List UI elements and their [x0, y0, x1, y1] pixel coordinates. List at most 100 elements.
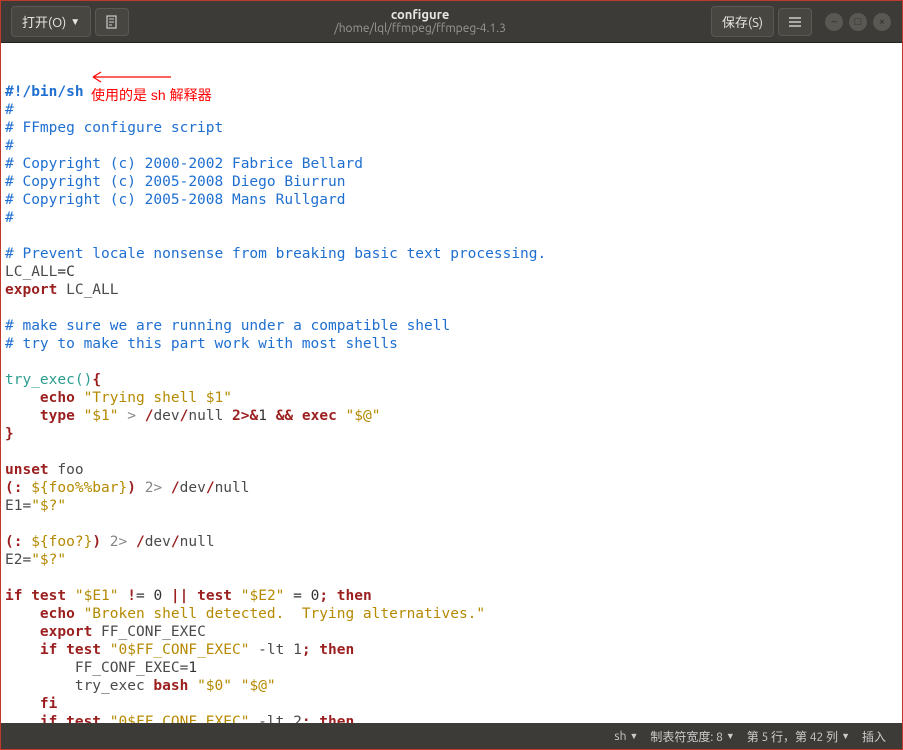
- code-text: try_exec(): [5, 372, 92, 388]
- title-area: configure /home/lql/ffmpeg/ffmpeg-4.1.3: [131, 8, 709, 35]
- code-text: {: [92, 372, 101, 388]
- code-text: =C: [57, 264, 74, 280]
- open-button[interactable]: 打开(O) ▼: [11, 6, 91, 37]
- chevron-down-icon: ▼: [70, 16, 80, 28]
- maximize-button[interactable]: □: [849, 13, 867, 31]
- code-text: test: [57, 642, 101, 658]
- code-text: -lt 2: [249, 714, 301, 723]
- code-text: 1: [188, 660, 197, 676]
- save-button[interactable]: 保存(S): [711, 6, 774, 37]
- code-text: ${foo?}: [22, 534, 92, 550]
- code-editor[interactable]: 使用的是 sh 解释器 #!/bin/sh # # FFmpeg configu…: [1, 43, 902, 723]
- chevron-down-icon: ▼: [726, 731, 735, 741]
- code-text: "$?": [31, 552, 66, 568]
- code-text: if: [5, 588, 22, 604]
- code-text: foo: [49, 462, 84, 478]
- code-text: 2>: [101, 534, 136, 550]
- code-text: = 0: [136, 588, 171, 604]
- code-text: LC_ALL: [5, 264, 57, 280]
- code-text: FF_CONF_EXEC: [92, 624, 206, 640]
- tab-width-selector[interactable]: 制表符宽度: 8 ▼: [650, 728, 734, 745]
- code-text: #!/bin/sh: [5, 84, 84, 100]
- code-text: ; then: [302, 642, 354, 658]
- code-text: # Copyright (c) 2005-2008 Mans Rullgard: [5, 192, 345, 208]
- code-text: dev: [145, 534, 171, 550]
- code-text: echo: [40, 390, 75, 406]
- minimize-icon: –: [831, 16, 836, 28]
- code-text: -lt 1: [249, 642, 301, 658]
- code-text: "0$FF_CONF_EXEC": [101, 642, 249, 658]
- new-tab-button[interactable]: [95, 8, 129, 36]
- code-text: && exec: [276, 408, 337, 424]
- close-icon: ×: [879, 16, 885, 28]
- code-text: E1=: [5, 498, 31, 514]
- code-text: # FFmpeg configure script: [5, 120, 223, 136]
- code-text: ): [127, 480, 136, 496]
- chevron-down-icon: ▼: [841, 731, 850, 741]
- code-text: export: [5, 282, 57, 298]
- code-text: "$1": [84, 408, 119, 424]
- code-text: /: [171, 534, 180, 550]
- code-text: null: [188, 408, 232, 424]
- new-document-icon: [104, 14, 120, 30]
- code-text: 1: [258, 408, 275, 424]
- code-text: LC_ALL: [57, 282, 118, 298]
- code-text: #: [5, 102, 14, 118]
- code-text: }: [5, 426, 14, 442]
- chevron-down-icon: ▼: [629, 731, 638, 741]
- code-text: "$?": [31, 498, 66, 514]
- insert-label: 插入: [862, 728, 886, 745]
- maximize-icon: □: [855, 16, 862, 28]
- code-text: = 0: [284, 588, 319, 604]
- code-text: ; then: [319, 588, 371, 604]
- code-text: #: [5, 210, 14, 226]
- cursor-position[interactable]: 第 5 行，第 42 列 ▼: [747, 728, 850, 745]
- code-text: >: [119, 408, 145, 424]
- code-text: dev: [180, 480, 206, 496]
- status-bar: sh ▼ 制表符宽度: 8 ▼ 第 5 行，第 42 列 ▼ 插入: [1, 723, 902, 749]
- code-text: # make sure we are running under a compa…: [5, 318, 450, 334]
- code-text: echo: [40, 606, 75, 622]
- menu-button[interactable]: [778, 8, 812, 36]
- language-selector[interactable]: sh ▼: [614, 730, 638, 743]
- code-text: bash: [153, 678, 188, 694]
- close-button[interactable]: ×: [873, 13, 891, 31]
- code-text: "Trying shell $1": [84, 390, 232, 406]
- code-text: export: [40, 624, 92, 640]
- language-label: sh: [614, 730, 626, 743]
- code-text: fi: [40, 696, 57, 712]
- minimize-button[interactable]: –: [825, 13, 843, 31]
- code-text: "$0": [188, 678, 232, 694]
- code-text: (:: [5, 480, 22, 496]
- code-text: "0$FF_CONF_EXEC": [101, 714, 249, 723]
- tab-width-label: 制表符宽度: 8: [650, 728, 722, 745]
- code-text: ): [92, 534, 101, 550]
- code-text: # Copyright (c) 2005-2008 Diego Biurrun: [5, 174, 345, 190]
- code-text: if: [40, 642, 57, 658]
- code-text: /: [206, 480, 215, 496]
- code-text: FF_CONF_EXEC=: [75, 660, 189, 676]
- code-text: null: [180, 534, 224, 550]
- code-text: try_exec: [75, 678, 154, 694]
- red-annotation: 使用的是 sh 解释器: [91, 49, 212, 104]
- code-text: (:: [5, 534, 22, 550]
- code-text: #: [5, 138, 14, 154]
- code-text: "$@": [232, 678, 276, 694]
- code-text: "Broken shell detected. Trying alternati…: [75, 606, 485, 622]
- code-text: # Prevent locale nonsense from breaking …: [5, 246, 546, 262]
- code-text: ; then: [302, 714, 354, 723]
- window-title: configure: [131, 8, 709, 22]
- code-text: # try to make this part work with most s…: [5, 336, 398, 352]
- save-label: 保存(S): [722, 12, 763, 31]
- code-text: "$@": [337, 408, 381, 424]
- code-text: test: [188, 588, 232, 604]
- code-text: type: [40, 408, 75, 424]
- insert-mode[interactable]: 插入: [862, 728, 886, 745]
- code-text: # Copyright (c) 2000-2002 Fabrice Bellar…: [5, 156, 363, 172]
- hamburger-icon: [787, 14, 803, 30]
- annotation-text: 使用的是 sh 解释器: [91, 87, 212, 103]
- code-text: "$E1": [66, 588, 118, 604]
- code-text: test: [57, 714, 101, 723]
- cursor-pos-label: 第 5 行，第 42 列: [747, 728, 838, 745]
- code-text: 2>: [136, 480, 171, 496]
